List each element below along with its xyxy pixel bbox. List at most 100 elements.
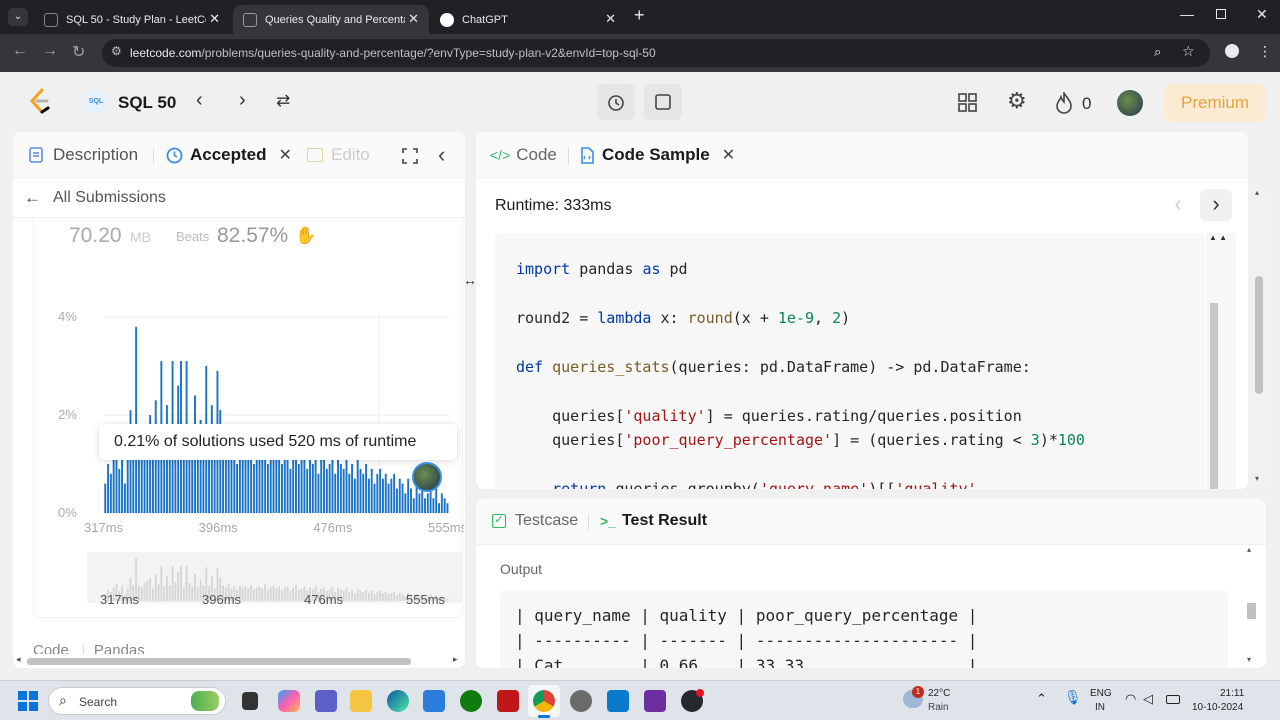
study-plan-title[interactable]: SQL 50 bbox=[118, 93, 176, 113]
maximize-icon[interactable] bbox=[402, 148, 418, 164]
scroll-down-icon[interactable]: ▾ bbox=[1247, 655, 1251, 664]
scroll-up-icon[interactable]: ▴ bbox=[1255, 188, 1259, 197]
tab-test-result[interactable]: >_ Test Result bbox=[600, 512, 707, 530]
store-icon[interactable] bbox=[423, 690, 445, 712]
show-hidden-icons-chevron-icon[interactable]: ⌃ bbox=[1036, 691, 1047, 707]
overview-bar bbox=[196, 587, 199, 601]
chart-bar bbox=[255, 454, 258, 513]
chart-bar bbox=[261, 459, 264, 513]
collapse-panel-chevron-icon[interactable]: ‹ bbox=[438, 142, 445, 168]
scroll-left-icon[interactable]: ◂ bbox=[16, 654, 21, 665]
close-tab-icon[interactable]: ✕ bbox=[605, 11, 616, 27]
timer-button[interactable] bbox=[597, 84, 635, 120]
all-submissions-link[interactable]: ← All Submissions bbox=[24, 188, 166, 208]
xbox-icon[interactable] bbox=[460, 690, 482, 712]
tab-code-sample[interactable]: Code Sample ✕ bbox=[580, 145, 735, 165]
scroll-up-icon[interactable]: ▴ bbox=[1247, 545, 1251, 554]
settings-gear-icon[interactable]: ⚙ bbox=[1007, 88, 1027, 114]
next-problem-chevron-icon[interactable]: › bbox=[239, 89, 246, 112]
restore-window-icon[interactable] bbox=[1216, 9, 1226, 19]
browser-tab-sql50[interactable]: SQL 50 - Study Plan - LeetCode ✕ bbox=[34, 5, 230, 34]
forward-arrow-icon[interactable]: → bbox=[42, 42, 58, 60]
next-sample-button[interactable]: › bbox=[1200, 189, 1232, 221]
code-block[interactable]: import pandas as pd round2 = lambda x: r… bbox=[495, 233, 1205, 489]
prev-problem-chevron-icon[interactable]: ‹ bbox=[196, 89, 203, 112]
scroll-up-icon[interactable]: ▲ ▲ bbox=[1209, 233, 1227, 242]
overview-bar bbox=[281, 589, 283, 601]
app-taskbar-icon[interactable] bbox=[644, 690, 666, 712]
tab-accepted[interactable]: Accepted ✕ bbox=[166, 145, 292, 165]
microphone-icon[interactable]: 🎙 bbox=[1064, 689, 1082, 706]
overview-bar bbox=[292, 587, 295, 601]
close-tab-icon[interactable]: ✕ bbox=[408, 11, 419, 27]
tab-testcase[interactable]: ✓ Testcase bbox=[492, 512, 578, 530]
tab-testcase-label: Testcase bbox=[515, 512, 579, 529]
result-vertical-scrollbar[interactable]: ▴ ▾ bbox=[1244, 545, 1258, 668]
task-view-icon[interactable] bbox=[242, 692, 258, 710]
horizontal-scrollbar[interactable]: ◂ ▸ bbox=[13, 654, 465, 668]
chrome-taskbar-button[interactable] bbox=[528, 685, 560, 718]
overview-bar bbox=[149, 578, 152, 601]
close-tab-icon[interactable]: ✕ bbox=[209, 11, 220, 27]
panel-resize-handle[interactable]: ↔ bbox=[463, 272, 477, 288]
mcafee-icon[interactable] bbox=[497, 690, 519, 712]
tab-editorial[interactable]: Edito bbox=[307, 145, 370, 165]
scrollbar-thumb[interactable] bbox=[1255, 276, 1263, 394]
windows-start-icon[interactable] bbox=[18, 691, 38, 711]
back-arrow-icon[interactable]: ← bbox=[12, 42, 28, 60]
copilot-icon[interactable] bbox=[278, 690, 300, 712]
weather-temp[interactable]: 22°C bbox=[928, 688, 950, 699]
code-vertical-scrollbar[interactable]: ▲ ▲ bbox=[1206, 233, 1236, 489]
user-avatar[interactable] bbox=[1117, 90, 1143, 116]
file-explorer-icon[interactable] bbox=[350, 690, 372, 712]
scroll-right-icon[interactable]: ▸ bbox=[453, 654, 458, 665]
runtime-distribution-chart[interactable]: 4% 2% 0% 317ms 396ms 476ms 555ms 317ms 396ms 476m… bbox=[34, 218, 464, 618]
browser-tab-queries-quality[interactable]: Queries Quality and Percentage ✕ bbox=[233, 5, 429, 34]
chart-bar bbox=[269, 454, 272, 513]
taskbar-search-box[interactable]: ⌕ Search bbox=[48, 687, 226, 715]
leetcode-logo-icon[interactable] bbox=[27, 88, 53, 116]
notification-dot bbox=[696, 689, 704, 697]
notes-button[interactable] bbox=[644, 84, 682, 120]
profile-icon[interactable] bbox=[1225, 44, 1239, 58]
scrollbar-thumb[interactable] bbox=[1247, 603, 1256, 619]
close-tab-icon[interactable]: ✕ bbox=[722, 145, 735, 165]
shuffle-icon[interactable]: ⇄ bbox=[276, 91, 290, 111]
site-info-icon[interactable]: ⚙ bbox=[111, 44, 122, 58]
edge-icon[interactable] bbox=[387, 690, 409, 712]
close-window-icon[interactable]: ✕ bbox=[1256, 6, 1268, 23]
tab-search-button[interactable]: ⌄ bbox=[8, 8, 28, 26]
address-bar[interactable]: ⚙ leetcode.com/problems/queries-quality-… bbox=[102, 39, 1210, 67]
new-tab-button[interactable]: + bbox=[634, 5, 645, 26]
menu-dots-icon[interactable]: ⋮ bbox=[1258, 43, 1272, 60]
scrollbar-thumb[interactable] bbox=[27, 658, 411, 665]
settings-taskbar-icon[interactable] bbox=[570, 690, 592, 712]
chart-bar bbox=[393, 473, 396, 513]
close-tab-icon[interactable]: ✕ bbox=[279, 145, 292, 165]
code-area-scrollbar[interactable]: ▴ ▾ bbox=[1252, 188, 1266, 488]
wifi-icon[interactable]: ◠ bbox=[1125, 691, 1136, 707]
volume-icon[interactable]: ◁ bbox=[1143, 691, 1153, 707]
reload-icon[interactable]: ↻ bbox=[72, 42, 85, 62]
scroll-down-icon[interactable]: ▾ bbox=[1255, 474, 1259, 483]
overview-bar bbox=[151, 588, 154, 601]
clock-time[interactable]: 21:11 bbox=[1220, 688, 1244, 699]
overview-bar bbox=[168, 585, 171, 601]
tab-code[interactable]: </> Code bbox=[490, 145, 557, 165]
chart-bar bbox=[370, 468, 373, 513]
browser-tab-chatgpt[interactable]: ChatGPT ✕ bbox=[430, 5, 626, 34]
prev-sample-button[interactable]: ‹ bbox=[1162, 189, 1194, 221]
teams-icon[interactable] bbox=[315, 690, 337, 712]
battery-icon[interactable] bbox=[1166, 695, 1180, 704]
zoom-icon[interactable]: ⌕ bbox=[1154, 44, 1161, 60]
scrollbar-thumb[interactable] bbox=[1210, 303, 1218, 489]
minimize-window-icon[interactable]: — bbox=[1180, 6, 1194, 22]
overview-bar bbox=[143, 583, 146, 601]
premium-button[interactable]: Premium bbox=[1164, 84, 1266, 122]
language-line-1[interactable]: ENG bbox=[1090, 688, 1112, 699]
layout-grid-icon[interactable] bbox=[958, 93, 978, 113]
vscode-icon[interactable] bbox=[607, 690, 629, 712]
bookmark-star-icon[interactable]: ☆ bbox=[1182, 43, 1195, 60]
tab-description[interactable]: Description bbox=[29, 145, 138, 165]
streak-flame-icon[interactable] bbox=[1055, 92, 1073, 114]
